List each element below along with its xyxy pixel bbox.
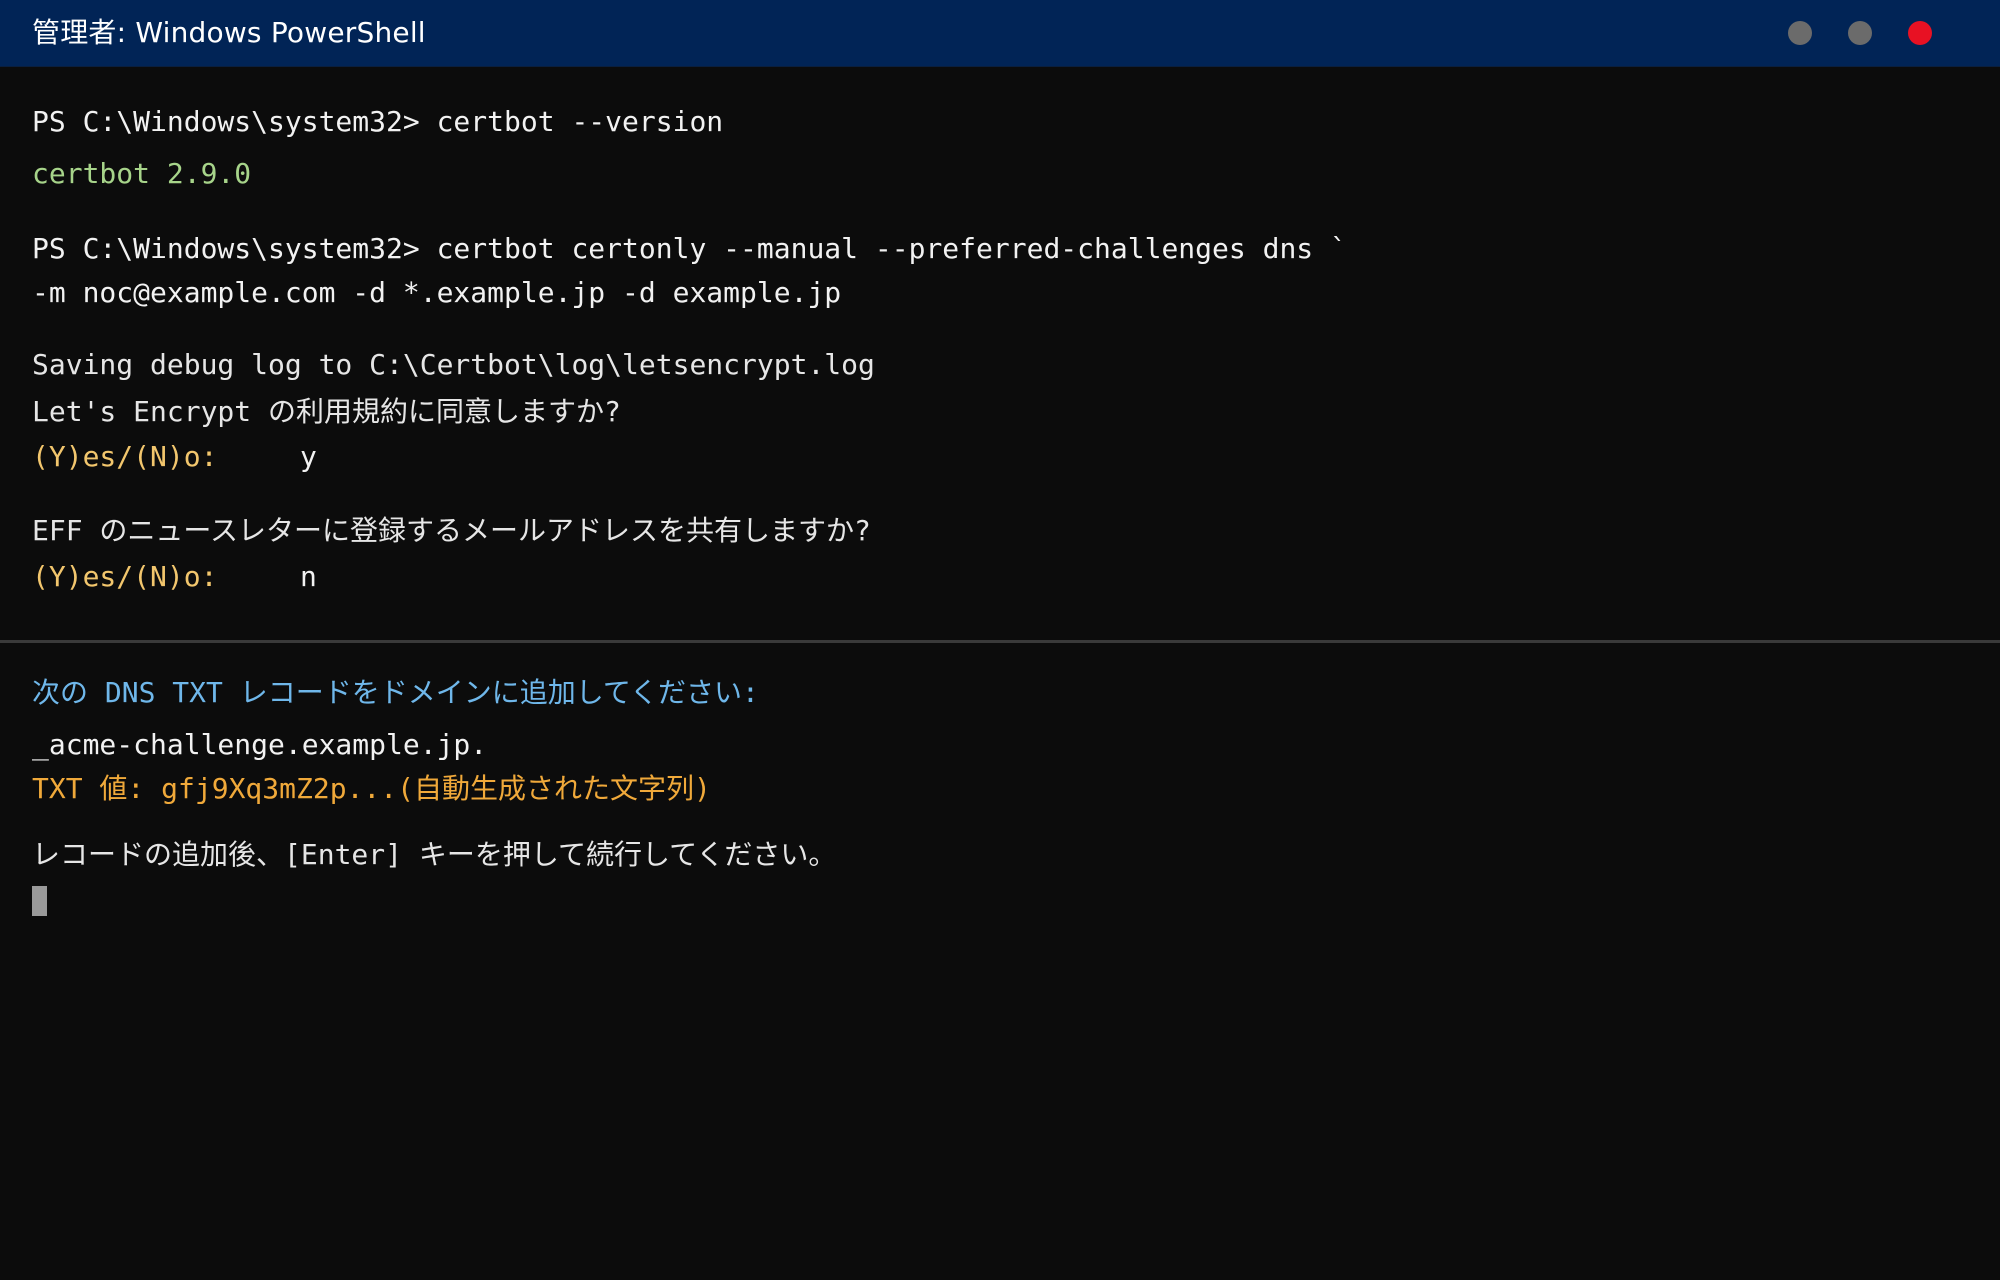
version-output: certbot 2.9.0 (32, 157, 252, 190)
eff-answer: n (300, 560, 317, 593)
eff-choice-prompt: (Y)es/(N)o: (32, 560, 218, 593)
tos-question: Let's Encrypt の利用規約に同意しますか? (32, 395, 621, 428)
continue-prompt: レコードの追加後、[Enter] キーを押して続行してください。 (32, 838, 837, 871)
tos-choice-prompt: (Y)es/(N)o: (32, 440, 218, 473)
command-line-certonly-continued: -m noc@example.com -d *.example.jp -d ex… (32, 276, 842, 309)
window-title: 管理者: Windows PowerShell (32, 16, 426, 49)
powershell-window: 管理者: Windows PowerShell PS C:\Windows\sy… (0, 0, 2000, 1280)
close-button[interactable] (1908, 21, 1932, 45)
command-line-version: PS C:\Windows\system32> certbot --versio… (32, 105, 724, 138)
minimize-button[interactable] (1788, 21, 1812, 45)
text-cursor (32, 886, 47, 916)
dns-txt-value: TXT 値: gfj9Xq3mZ2p...(自動生成された文字列) (32, 772, 711, 805)
maximize-button[interactable] (1848, 21, 1872, 45)
terminal-output-pane[interactable]: PS C:\Windows\system32> certbot --versio… (0, 66, 2000, 640)
eff-question: EFF のニュースレターに登録するメールアドレスを共有しますか? (32, 514, 871, 547)
dns-record-name: _acme-challenge.example.jp. (32, 728, 488, 761)
dns-instruction-pane[interactable]: 次の DNS TXT レコードをドメインに追加してください: _acme-cha… (0, 643, 2000, 1280)
tos-answer: y (300, 440, 317, 473)
dns-instruction: 次の DNS TXT レコードをドメインに追加してください: (32, 676, 759, 709)
debug-log-line: Saving debug log to C:\Certbot\log\letse… (32, 348, 875, 381)
title-bar[interactable]: 管理者: Windows PowerShell (0, 0, 2000, 67)
command-line-certonly: PS C:\Windows\system32> certbot certonly… (32, 232, 1347, 265)
